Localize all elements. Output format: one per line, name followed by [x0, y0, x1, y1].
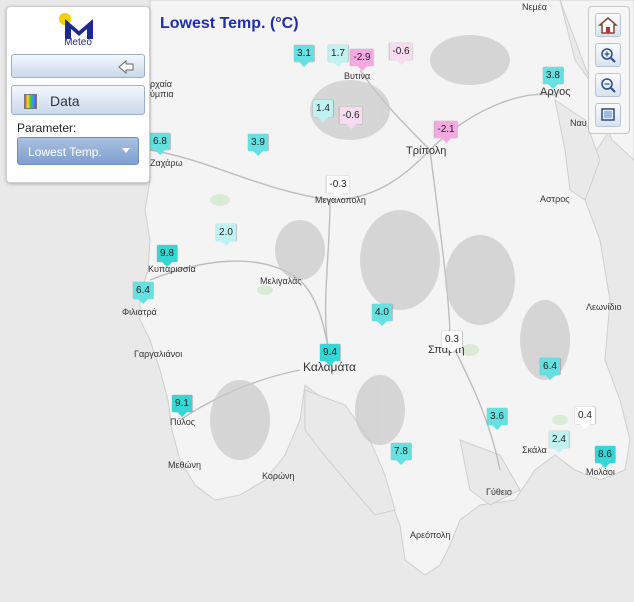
town-label: ρχαία	[150, 79, 173, 89]
temperature-marker[interactable]: 3.9	[248, 134, 268, 156]
temperature-marker[interactable]: 3.6	[487, 408, 507, 430]
map-title: Lowest Temp. (°C)	[160, 15, 299, 32]
marker-pointer	[440, 138, 451, 143]
zoom-out-button[interactable]	[595, 73, 621, 97]
town-label: Μεθώνη	[168, 460, 202, 470]
marker-pointer	[545, 375, 555, 380]
town-label: Κορώνη	[262, 471, 295, 481]
marker-pointer	[492, 425, 502, 430]
chevron-down-icon	[122, 148, 130, 153]
marker-pointer	[332, 193, 343, 198]
temperature-marker[interactable]: 9.4	[320, 344, 340, 366]
zoom-in-button[interactable]	[595, 43, 621, 67]
color-scale-icon	[24, 94, 37, 109]
town-label: Σκάλα	[522, 445, 547, 455]
temperature-marker[interactable]: 6.4	[540, 358, 560, 380]
marker-pointer	[177, 412, 187, 417]
marker-pointer	[162, 262, 172, 267]
temperature-marker[interactable]: 1.7	[328, 45, 348, 67]
temperature-marker[interactable]: 3.8	[543, 67, 563, 89]
town-label: Πύλος	[170, 417, 196, 427]
temperature-marker[interactable]: 1.4	[313, 100, 333, 122]
temperature-marker[interactable]: 0.3	[442, 331, 462, 353]
marker-pointer	[396, 460, 406, 465]
parameter-select[interactable]: Lowest Temp.	[17, 137, 139, 165]
temperature-marker[interactable]: 4.0	[372, 304, 392, 326]
marker-pointer	[138, 299, 148, 304]
town-label: Αστρος	[540, 194, 570, 204]
control-panel: Meteo Data Parameter: Lowest Temp.	[6, 6, 150, 183]
marker-pointer	[377, 321, 387, 326]
map-controls	[588, 6, 630, 134]
temperature-marker[interactable]: 9.8	[157, 245, 177, 267]
temperature-marker[interactable]: 7.8	[391, 443, 411, 465]
town-label: Μελιγαλάς	[260, 276, 302, 286]
marker-pointer	[600, 463, 610, 468]
marker-pointer	[253, 151, 263, 156]
home-button[interactable]	[595, 13, 621, 37]
temperature-marker[interactable]: 2.4	[549, 431, 569, 453]
temperature-marker[interactable]: 0.4	[575, 407, 595, 429]
town-label: Αρεόπολη	[410, 530, 451, 540]
zoom-out-icon	[601, 78, 616, 93]
collapse-panel-button[interactable]	[11, 54, 145, 78]
temperature-marker[interactable]: 9.1	[172, 395, 192, 417]
temperature-marker[interactable]: 8.6	[595, 446, 615, 468]
town-label: Γαργαλιάνοι	[134, 349, 183, 359]
marker-pointer	[325, 361, 335, 366]
marker-pointer	[155, 150, 165, 155]
parameter-label: Parameter:	[17, 121, 77, 135]
town-label: Ζαχάρω	[150, 158, 183, 168]
arrow-left-icon	[118, 60, 134, 74]
marker-pointer	[447, 348, 457, 353]
parameter-select-value: Lowest Temp.	[28, 145, 102, 159]
marker-pointer	[395, 60, 406, 65]
temperature-marker[interactable]: 2.0	[216, 224, 236, 246]
temperature-marker[interactable]: -2.9	[350, 49, 374, 71]
marker-pointer	[345, 124, 356, 129]
town-label: ύμπια	[150, 89, 174, 99]
town-label: Νεμέα	[522, 2, 547, 12]
marker-pointer	[554, 448, 564, 453]
town-label: Λεωνίδιο	[586, 302, 622, 312]
marker-pointer	[580, 424, 590, 429]
temperature-marker[interactable]: 6.4	[133, 282, 153, 304]
town-label: Φιλιατρά	[122, 307, 157, 317]
temperature-marker[interactable]: 6.8	[150, 133, 170, 155]
fit-extent-button[interactable]	[595, 103, 621, 127]
temperature-marker[interactable]: 3.1	[294, 45, 314, 67]
town-label: Γύθειο	[486, 487, 512, 497]
home-icon	[598, 17, 618, 34]
logo-text: Meteo	[64, 37, 92, 48]
zoom-in-icon	[601, 48, 616, 63]
temperature-marker[interactable]: -0.6	[339, 107, 363, 129]
marker-pointer	[356, 66, 367, 71]
marker-pointer	[299, 62, 309, 67]
town-label: Βυτινα	[344, 71, 371, 81]
town-label: Τρίπολη	[406, 145, 447, 157]
temperature-marker[interactable]: -2.1	[434, 121, 458, 143]
marker-pointer	[318, 117, 328, 122]
marker-pointer	[548, 84, 558, 89]
temperature-marker[interactable]: -0.6	[389, 43, 413, 65]
temperature-marker[interactable]: -0.3	[326, 176, 350, 198]
town-label: Ναυ	[570, 118, 587, 128]
data-button-label: Data	[50, 93, 80, 109]
data-button[interactable]: Data	[11, 85, 145, 115]
marker-pointer	[333, 62, 343, 67]
marker-pointer	[221, 241, 231, 246]
fit-extent-icon	[601, 108, 615, 121]
town-label: Μολάοι	[586, 467, 615, 477]
